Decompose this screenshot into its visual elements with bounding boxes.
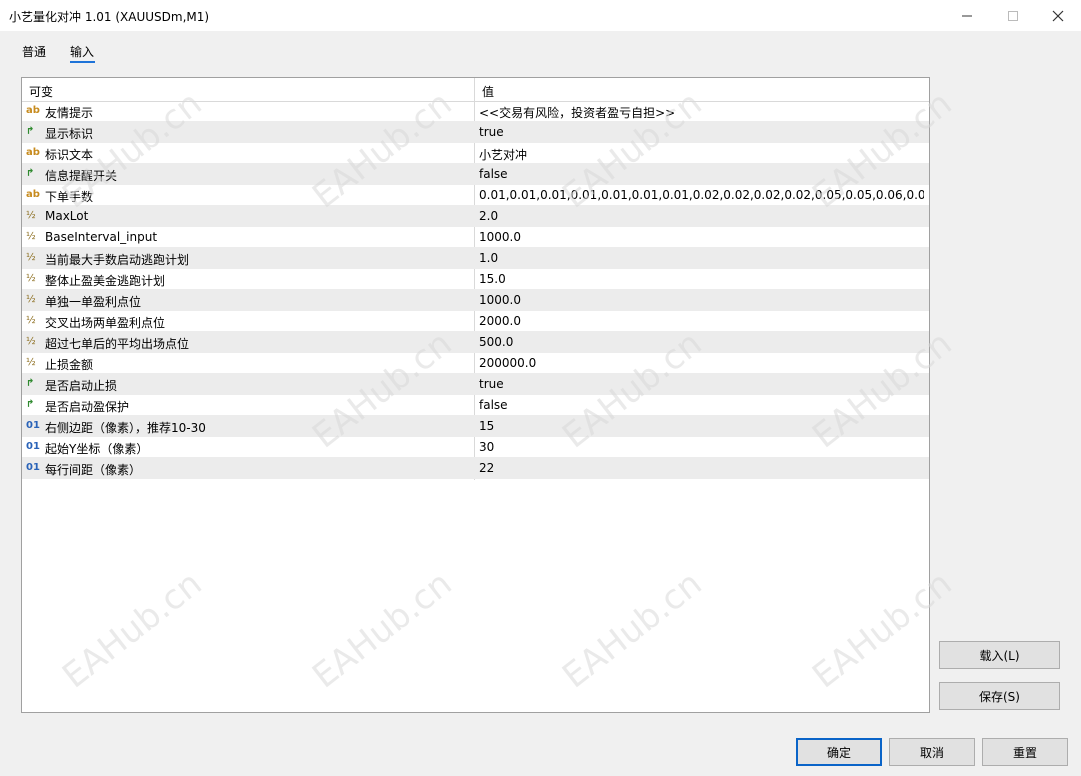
parameter-value[interactable]: 15.0 [479, 272, 506, 286]
parameter-name: 整体止盈美金逃跑计划 [45, 274, 166, 288]
parameter-name: 右侧边距（像素），推荐10-30 [45, 421, 206, 435]
title-bar: 小艺量化对冲 1.01 (XAUUSDm,M1) [0, 0, 1081, 31]
table-row[interactable]: ½ 当前最大手数启动逃跑计划 1.0 [22, 248, 929, 269]
double-type-icon: ½ [26, 273, 36, 284]
minimize-icon [962, 15, 972, 16]
parameter-value[interactable]: 2.0 [479, 209, 498, 223]
table-row[interactable]: ↱ 是否启动止损 true [22, 374, 929, 395]
table-row[interactable]: ab 下单手数 0.01,0.01,0.01,0.01,0.01,0.01,0.01… [22, 185, 929, 206]
parameter-name: 每行间距（像素） [45, 463, 142, 477]
string-type-icon: ab [26, 147, 40, 158]
parameter-name: 超过七单后的平均出场点位 [45, 337, 190, 351]
table-row[interactable]: ½ 止损金额 200000.0 [22, 353, 929, 374]
parameter-name: BaseInterval_input [45, 230, 158, 244]
parameter-value[interactable]: 30 [479, 440, 494, 454]
parameter-name: 友情提示 [45, 106, 94, 120]
parameter-value[interactable]: 小艺对冲 [479, 146, 527, 163]
table-row[interactable]: ↱ 信息提醒开关 false [22, 164, 929, 185]
table-row[interactable]: ½ 超过七单后的平均出场点位 500.0 [22, 332, 929, 353]
parameter-value[interactable]: true [479, 377, 504, 391]
table-row[interactable]: ½ 整体止盈美金逃跑计划 15.0 [22, 269, 929, 290]
table-body: ab 友情提示 <<交易有风险，投资者盈亏自担>> ↱ 显示标识 true ab 标识文本 小艺… [22, 101, 929, 479]
boolean-type-icon: ↱ [26, 168, 35, 179]
table-row[interactable]: ½ BaseInterval_input 1000.0 [22, 227, 929, 248]
parameter-name: 显示标识 [45, 127, 94, 141]
table-row[interactable]: ½ 单独一单盈利点位 1000.0 [22, 290, 929, 311]
parameter-value[interactable]: 22 [479, 461, 494, 475]
parameter-name: 是否启动止损 [45, 379, 118, 393]
column-header-value[interactable]: 值 [482, 83, 494, 100]
close-icon [1052, 10, 1064, 21]
table-row[interactable]: 01 每行间距（像素） 22 [22, 458, 929, 479]
ok-button[interactable]: 确定 [796, 738, 882, 766]
parameter-value[interactable]: 500.0 [479, 335, 513, 349]
load-button[interactable]: 载入(L) [939, 641, 1060, 669]
parameter-name: 是否启动盈保护 [45, 400, 130, 414]
parameter-value[interactable]: 1000.0 [479, 293, 521, 307]
table-row[interactable]: 01 右侧边距（像素），推荐10-30 15 [22, 416, 929, 437]
parameter-name: 止损金额 [45, 358, 94, 372]
parameter-value[interactable]: 15 [479, 419, 494, 433]
parameter-value[interactable]: false [479, 398, 508, 412]
parameter-value[interactable]: false [479, 167, 508, 181]
parameter-value[interactable]: 1.0 [479, 251, 498, 265]
integer-type-icon: 01 [26, 462, 40, 473]
parameter-name: 交叉出场两单盈利点位 [45, 316, 166, 330]
table-row[interactable]: ↱ 是否启动盈保护 false [22, 395, 929, 416]
active-tab-indicator [70, 61, 95, 63]
table-row[interactable]: 01 起始Y坐标（像素） 30 [22, 437, 929, 458]
parameter-value[interactable]: 200000.0 [479, 356, 536, 370]
minimize-button[interactable] [944, 0, 990, 31]
maximize-icon [1008, 10, 1018, 21]
double-type-icon: ½ [26, 357, 36, 368]
boolean-type-icon: ↱ [26, 126, 35, 137]
string-type-icon: ab [26, 189, 40, 200]
parameter-value[interactable]: 2000.0 [479, 314, 521, 328]
tab-bar: 普通 输入 [0, 31, 1081, 65]
tab-general[interactable]: 普通 [22, 43, 46, 60]
cancel-button[interactable]: 取消 [889, 738, 975, 766]
parameter-value[interactable]: 1000.0 [479, 230, 521, 244]
double-type-icon: ½ [26, 252, 36, 263]
double-type-icon: ½ [26, 336, 36, 347]
double-type-icon: ½ [26, 231, 36, 242]
table-row[interactable]: ½ MaxLot 2.0 [22, 206, 929, 227]
tab-inputs[interactable]: 输入 [70, 43, 94, 60]
window-title: 小艺量化对冲 1.01 (XAUUSDm,M1) [9, 10, 210, 24]
reset-button[interactable]: 重置 [982, 738, 1068, 766]
column-header-variable[interactable]: 可变 [29, 83, 53, 100]
boolean-type-icon: ↱ [26, 399, 35, 410]
save-button[interactable]: 保存(S) [939, 682, 1060, 710]
string-type-icon: ab [26, 105, 40, 116]
parameter-value[interactable]: true [479, 125, 504, 139]
integer-type-icon: 01 [26, 441, 40, 452]
parameter-name: 起始Y坐标（像素） [45, 442, 149, 456]
boolean-type-icon: ↱ [26, 378, 35, 389]
table-row[interactable]: ½ 交叉出场两单盈利点位 2000.0 [22, 311, 929, 332]
parameter-name: 单独一单盈利点位 [45, 295, 142, 309]
double-type-icon: ½ [26, 210, 36, 221]
table-header: 可变 值 [22, 78, 929, 102]
double-type-icon: ½ [26, 294, 36, 305]
integer-type-icon: 01 [26, 420, 40, 431]
parameter-name: 当前最大手数启动逃跑计划 [45, 253, 190, 267]
double-type-icon: ½ [26, 315, 36, 326]
maximize-button[interactable] [990, 0, 1036, 31]
close-button[interactable] [1035, 0, 1081, 31]
